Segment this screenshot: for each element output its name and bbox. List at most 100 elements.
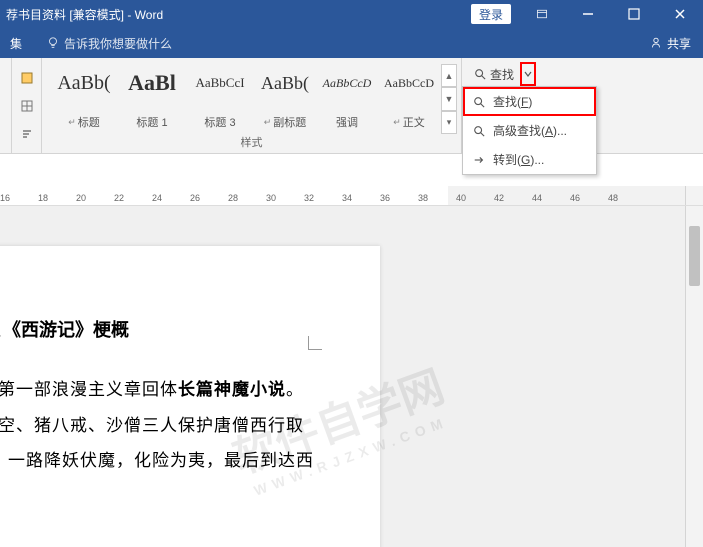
style-tile-副标题[interactable]: AaBb( ↵副标题	[254, 64, 316, 134]
doc-p1-a: 代第一部浪漫主义章回体	[0, 380, 178, 399]
styles-group-label: 样式	[42, 134, 461, 153]
borders-button[interactable]	[16, 95, 38, 117]
minimize-icon	[582, 8, 594, 20]
scrollbar-thumb[interactable]	[689, 226, 700, 286]
document-page[interactable]: 、《西游记》梗概 代第一部浪漫主义章回体长篇神魔小说。 吾空、猪八戒、沙僧三人保…	[0, 246, 380, 547]
scroll-up-icon[interactable]: ▲	[441, 64, 457, 87]
paragraph-mark-icon: ↵	[68, 117, 76, 128]
expand-gallery-icon[interactable]: ▾	[441, 111, 457, 134]
borders-icon	[20, 99, 34, 113]
chevron-down-icon	[524, 70, 532, 78]
ruler-tick: 24	[152, 193, 162, 203]
scroll-down-icon[interactable]: ▼	[441, 87, 457, 110]
search-icon	[474, 68, 486, 80]
style-preview: AaBb(	[52, 68, 116, 98]
ruler-tick: 38	[418, 193, 428, 203]
ruler-tick: 48	[608, 193, 618, 203]
ruler-tick: 16	[0, 193, 10, 203]
ribbon-tab-row: 集 告诉我你想要做什么 共享	[0, 28, 703, 58]
paragraph-mark-icon: ↵	[393, 117, 401, 128]
ruler-tick: 26	[190, 193, 200, 203]
sort-icon	[20, 127, 34, 141]
style-preview: AaBbCcD	[380, 68, 438, 98]
menu-item-goto-label: 转到(G)...	[493, 151, 544, 168]
paragraph-mark-icon: ↵	[264, 117, 272, 128]
horizontal-ruler[interactable]: 1618202224262830323436384042444648	[0, 186, 703, 206]
fill-button[interactable]	[16, 67, 38, 89]
search-icon	[473, 96, 485, 108]
find-button[interactable]: 查找	[468, 62, 520, 86]
ruler-tick: 36	[380, 193, 390, 203]
close-icon	[674, 8, 686, 20]
style-preview: AaBbCcD	[318, 68, 376, 98]
page-margin-corner	[308, 336, 322, 350]
style-tile-标题 3[interactable]: AaBbCcI 标题 3	[186, 64, 254, 134]
styles-gallery[interactable]: AaBb(↵标题AaBl标题 1AaBbCcI标题 3AaBb(↵副标题AaBb…	[42, 58, 461, 134]
style-gallery-scroll[interactable]: ▲▼▾	[441, 64, 457, 134]
ribbon-body: AaBb(↵标题AaBl标题 1AaBbCcI标题 3AaBb(↵副标题AaBb…	[0, 58, 703, 154]
sort-button[interactable]	[16, 123, 38, 145]
arrow-right-icon	[473, 154, 485, 166]
document-area: 软件自学网 WWW.RJZXW.COM 、《西游记》梗概 代第一部浪漫主义章回体…	[0, 206, 703, 547]
menu-item-goto[interactable]: 转到(G)...	[463, 145, 596, 174]
ruler-end	[685, 186, 703, 205]
editing-group: 查找 查找(F) 高级查找(A)... 转到(G)...	[462, 58, 703, 153]
ruler-tick: 28	[228, 193, 238, 203]
doc-p1-b: 长篇神魔小说	[178, 380, 286, 399]
find-dropdown-menu: 查找(F) 高级查找(A)... 转到(G)...	[462, 86, 597, 175]
ribbon-spacer	[0, 58, 12, 153]
tell-me-label: 告诉我你想要做什么	[64, 35, 172, 52]
doc-paragraph-3: 一路降妖伏魔，化险为夷，最后到达西	[0, 443, 380, 479]
window-title: 荐书目资料 [兼容模式] - Word	[0, 6, 471, 23]
style-label: ↵正文	[380, 114, 438, 130]
style-label: 标题 3	[188, 114, 252, 130]
login-button[interactable]: 登录	[471, 4, 511, 24]
doc-heading: 、《西游记》梗概	[0, 316, 380, 342]
find-label: 查找	[490, 66, 514, 83]
fill-icon	[20, 71, 34, 85]
style-preview: AaBbCcI	[188, 68, 252, 98]
doc-paragraph-1: 代第一部浪漫主义章回体长篇神魔小说。	[0, 372, 380, 408]
style-preview: AaBb(	[256, 68, 314, 98]
find-dropdown-arrow[interactable]	[520, 62, 536, 86]
close-button[interactable]	[657, 0, 703, 28]
ruler-tick: 44	[532, 193, 542, 203]
minimize-button[interactable]	[565, 0, 611, 28]
find-split-button: 查找	[468, 62, 703, 86]
tell-me[interactable]: 告诉我你想要做什么	[46, 35, 172, 52]
paragraph-mini-group	[12, 58, 42, 153]
ribbon-options-icon	[536, 8, 548, 20]
style-tile-正文[interactable]: AaBbCcD ↵正文	[378, 64, 440, 134]
maximize-icon	[627, 7, 641, 21]
ruler-tick: 32	[304, 193, 314, 203]
menu-item-advanced-label: 高级查找(A)...	[493, 122, 567, 139]
ruler-tick: 22	[114, 193, 124, 203]
vertical-scrollbar[interactable]	[685, 206, 703, 547]
doc-p1-c: 。	[286, 380, 304, 399]
lightbulb-icon	[46, 36, 60, 50]
menu-item-advanced-find[interactable]: 高级查找(A)...	[463, 116, 596, 145]
ribbon-options-button[interactable]	[519, 0, 565, 28]
style-tile-标题 1[interactable]: AaBl标题 1	[118, 64, 186, 134]
style-label: ↵副标题	[256, 114, 314, 130]
ruler-margin-region	[448, 186, 685, 205]
doc-paragraph-2: 吾空、猪八戒、沙僧三人保护唐僧西行取	[0, 408, 380, 444]
ribbon-tab[interactable]: 集	[6, 35, 26, 52]
menu-item-find-label: 查找(F)	[493, 93, 532, 110]
menu-item-find[interactable]: 查找(F)	[463, 87, 596, 116]
ruler-tick: 46	[570, 193, 580, 203]
style-tile-强调[interactable]: AaBbCcD强调	[316, 64, 378, 134]
styles-group: AaBb(↵标题AaBl标题 1AaBbCcI标题 3AaBb(↵副标题AaBb…	[42, 58, 462, 153]
title-bar: 荐书目资料 [兼容模式] - Word 登录	[0, 0, 703, 28]
ruler-tick: 40	[456, 193, 466, 203]
search-icon	[473, 125, 485, 137]
style-tile-标题[interactable]: AaBb(↵标题	[50, 64, 118, 134]
style-preview: AaBl	[120, 68, 184, 98]
ruler-tick: 30	[266, 193, 276, 203]
ruler-tick: 20	[76, 193, 86, 203]
ruler-tick: 18	[38, 193, 48, 203]
ruler-gap	[0, 154, 703, 186]
share-button[interactable]: 共享	[649, 35, 697, 52]
share-icon	[649, 36, 663, 50]
maximize-button[interactable]	[611, 0, 657, 28]
